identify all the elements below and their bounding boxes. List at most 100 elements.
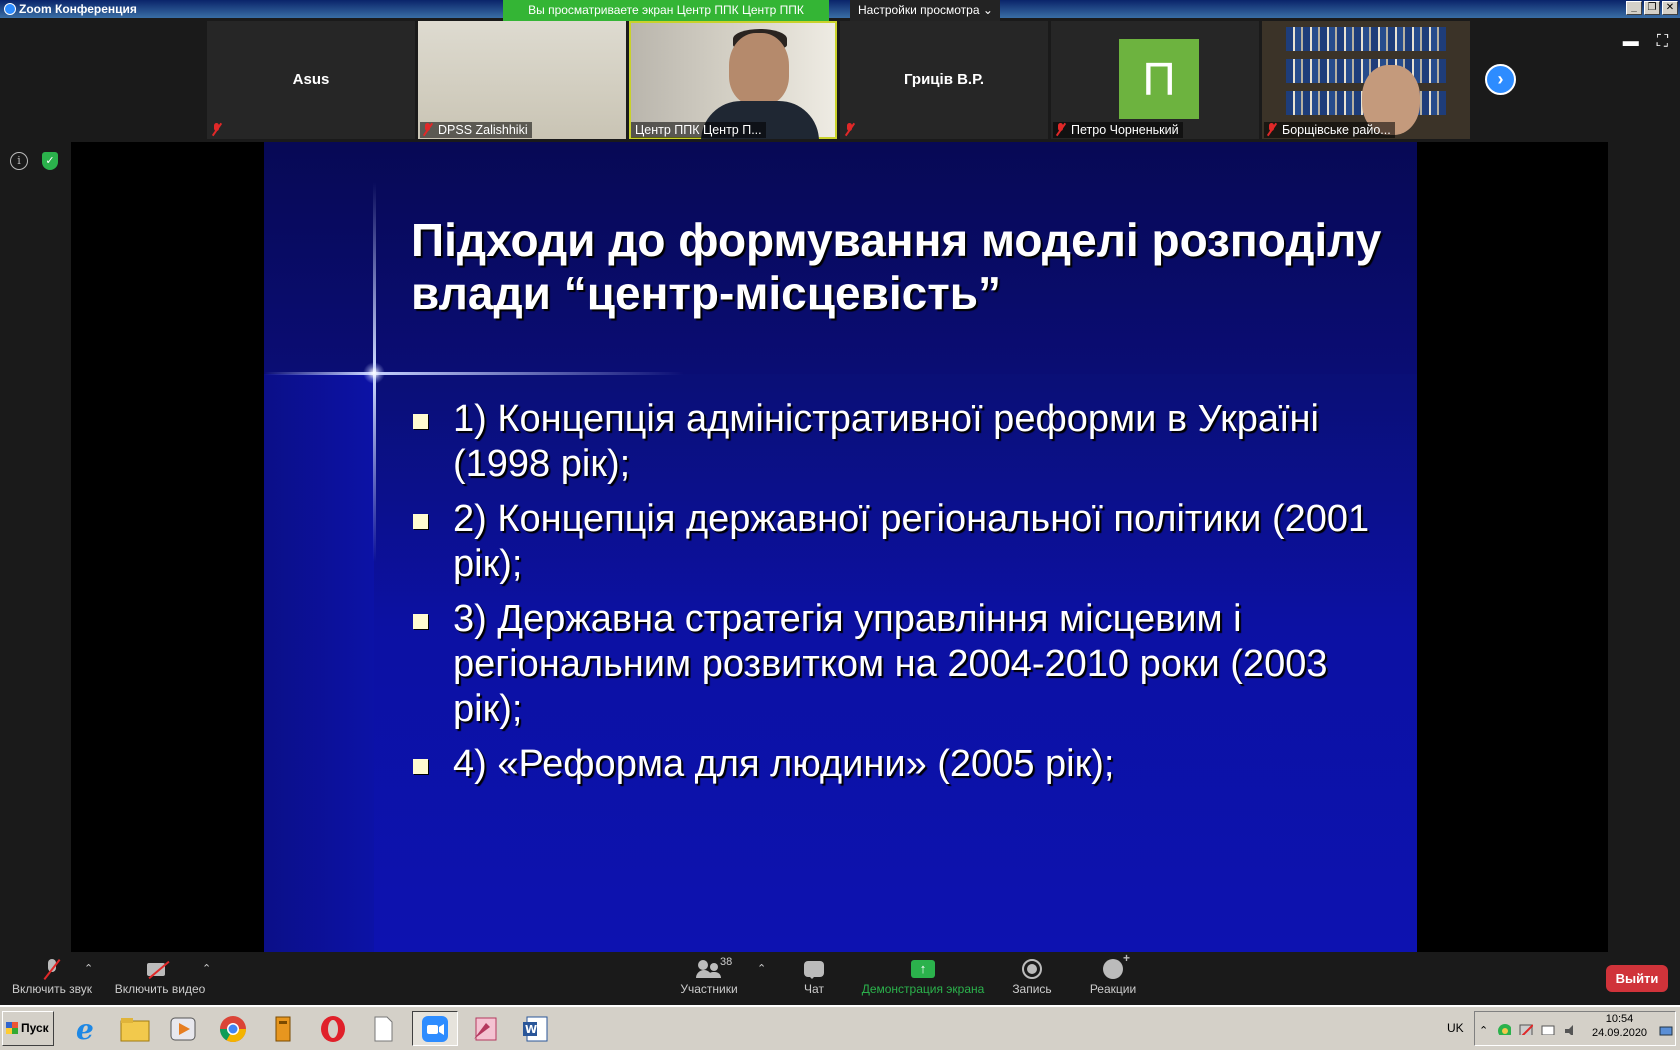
participant-strip: Asus DPSS Zalishhiki Центр ППК Центр П..…: [0, 21, 1680, 140]
mic-muted-icon: [844, 123, 856, 136]
taskbar-powerpoint[interactable]: [462, 1011, 508, 1046]
slide-title: Підходи до формування моделі розподілу в…: [411, 214, 1382, 319]
participant-tile[interactable]: DPSS Zalishhiki: [418, 21, 626, 139]
shield-icon[interactable]: ✓: [42, 152, 58, 170]
camera-off-icon: [147, 961, 173, 977]
unmute-button[interactable]: Включить звук: [8, 956, 96, 996]
start-video-button[interactable]: Включить видео: [112, 956, 208, 996]
taskbar-zoom[interactable]: [412, 1011, 458, 1046]
layout-controls: ▬ ⛶: [1623, 33, 1668, 51]
mic-muted-icon: [211, 123, 223, 136]
slide-bullets: 1) Концепція адміністративної реформи в …: [411, 397, 1391, 797]
participants-button[interactable]: 38 Участники: [672, 956, 746, 996]
share-screen-button[interactable]: ↑ Демонстрация экрана: [858, 956, 988, 996]
slide-bullet: 4) «Реформа для людини» (2005 рік);: [411, 742, 1391, 787]
reactions-icon: [1103, 951, 1130, 979]
svg-text:e: e: [76, 1014, 94, 1044]
window-controls: _ ❐ ✕: [1626, 1, 1678, 15]
participant-label: DPSS Zalishhiki: [420, 122, 532, 138]
folder-icon: [120, 1017, 150, 1041]
participant-tile[interactable]: Борщівське райо...: [1262, 21, 1470, 139]
bullet-square-icon: [413, 514, 428, 529]
participant-label: Петро Чорненький: [1053, 122, 1183, 138]
participants-caret[interactable]: ⌃: [757, 962, 766, 975]
tray-network-icon[interactable]: [1519, 1023, 1533, 1035]
taskbar-opera[interactable]: [310, 1011, 356, 1046]
participants-count: 38: [720, 956, 733, 968]
leave-meeting-button[interactable]: Выйти: [1606, 965, 1668, 992]
taskbar-app[interactable]: [260, 1011, 306, 1046]
record-button[interactable]: Запись: [1006, 956, 1058, 996]
show-desktop-icon[interactable]: [1659, 1025, 1673, 1037]
restore-button[interactable]: ❐: [1644, 1, 1660, 15]
slide-decoration: [264, 372, 684, 375]
view-options-dropdown[interactable]: Настройки просмотра ⌄: [850, 0, 1000, 21]
reactions-button[interactable]: Реакции: [1084, 951, 1142, 996]
slide-bullet: 3) Державна стратегія управління місцеви…: [411, 597, 1391, 732]
window-title: Zoom Конференция: [19, 2, 137, 16]
microphone-muted-icon: [45, 959, 59, 979]
internet-explorer-icon: e: [76, 1014, 94, 1044]
taskbar-clock[interactable]: 10:54 24.09.2020: [1592, 1012, 1647, 1040]
video-options-caret[interactable]: ⌃: [202, 962, 211, 975]
bullet-square-icon: [413, 759, 428, 774]
tray-app-icon[interactable]: [1497, 1023, 1511, 1035]
minimize-button[interactable]: _: [1626, 1, 1642, 15]
clock-date: 24.09.2020: [1592, 1027, 1648, 1039]
word-icon: W: [523, 1016, 548, 1041]
chrome-icon: [219, 1015, 247, 1042]
participant-label: Центр ППК Центр П...: [631, 122, 766, 138]
participant-name: Гриців В.Р.: [903, 71, 985, 88]
presentation-app-icon: [474, 1017, 497, 1040]
participant-tile[interactable]: П Петро Чорненький: [1051, 21, 1259, 139]
bullet-square-icon: [413, 414, 428, 429]
chat-icon: [804, 961, 824, 979]
participant-video: [1286, 27, 1446, 51]
input-language[interactable]: UK: [1447, 1021, 1464, 1035]
zoom-window: Zoom Конференция _ ❐ ✕ Вы просматриваете…: [0, 0, 1680, 1050]
taskbar-internet-explorer[interactable]: e: [64, 1011, 110, 1046]
screen-share-banner: Вы просматриваете экран Центр ППК Центр …: [503, 0, 829, 21]
audio-options-caret[interactable]: ⌃: [84, 962, 93, 975]
title-bar: Zoom Конференция _ ❐ ✕: [0, 0, 1680, 18]
share-screen-icon: ↑: [911, 960, 935, 978]
app-icon: [275, 1016, 291, 1041]
presentation-slide: Підходи до формування моделі розподілу в…: [264, 142, 1417, 952]
taskbar-file-explorer[interactable]: [112, 1011, 158, 1046]
participant-name: Asus: [292, 71, 330, 88]
opera-icon: [321, 1015, 345, 1042]
participant-label: Борщівське райо...: [1264, 122, 1395, 138]
chat-button[interactable]: Чат: [790, 956, 838, 996]
meeting-info-icons: i ✓: [10, 152, 58, 170]
participant-tile[interactable]: Гриців В.Р.: [840, 21, 1048, 139]
info-icon[interactable]: i: [10, 152, 28, 170]
tray-expand-icon[interactable]: ⌃: [1479, 1024, 1493, 1037]
slide-bullet: 1) Концепція адміністративної реформи в …: [411, 397, 1391, 487]
taskbar-chrome[interactable]: [210, 1011, 256, 1046]
taskbar-document[interactable]: [360, 1011, 406, 1046]
participants-icon: [696, 960, 722, 978]
participant-tile[interactable]: Asus: [207, 21, 415, 139]
taskbar-word[interactable]: W: [512, 1011, 558, 1046]
zoom-icon: [422, 1015, 448, 1042]
bullet-square-icon: [413, 614, 428, 629]
volume-icon[interactable]: [1563, 1023, 1577, 1035]
document-icon: [374, 1016, 393, 1041]
zoom-app-icon: [4, 3, 16, 15]
close-button[interactable]: ✕: [1662, 1, 1678, 15]
tray-display-icon[interactable]: [1541, 1023, 1555, 1035]
participant-tile-active-speaker[interactable]: Центр ППК Центр П...: [629, 21, 837, 139]
slide-bullet: 2) Концепція державної регіональної полі…: [411, 497, 1391, 587]
media-player-icon: [170, 1017, 196, 1040]
mic-muted-icon: [1055, 123, 1067, 136]
fullscreen-icon[interactable]: ⛶: [1657, 33, 1668, 51]
mic-muted-icon: [1266, 123, 1278, 136]
svg-text:W: W: [525, 1023, 537, 1036]
windows-taskbar: Пуск e W UK ⌃ 10:54 24.09.2020: [0, 1005, 1680, 1050]
taskbar-media-player[interactable]: [160, 1011, 206, 1046]
mic-muted-icon: [422, 123, 434, 136]
meeting-toolbar: Включить звук ⌃ Включить видео ⌃ 38 Учас…: [0, 951, 1680, 1005]
gallery-view-icon[interactable]: ▬: [1623, 33, 1639, 51]
start-button[interactable]: Пуск: [2, 1011, 54, 1046]
next-page-button[interactable]: ›: [1485, 64, 1516, 95]
